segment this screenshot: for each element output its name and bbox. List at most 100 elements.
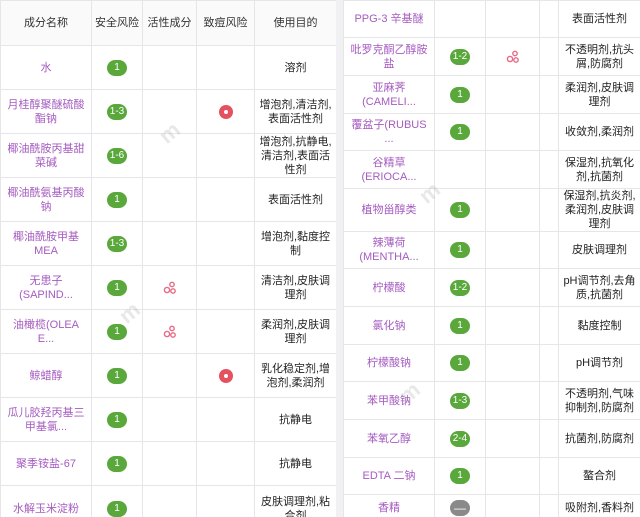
- table-row: 苯甲酸钠 1-3 不透明剂,气味抑制剂,防腐剂: [343, 381, 640, 420]
- usage-purpose-cell: 皮肤调理剂,粘合剂: [254, 485, 336, 517]
- active-ingredient-cell: [142, 485, 197, 517]
- acne-risk-cell: [196, 177, 255, 222]
- usage-purpose-cell: pH调节剂,去角质,抗菌剂: [558, 268, 640, 307]
- safety-risk-cell: 1: [91, 397, 143, 442]
- ingredient-name-link[interactable]: 瓜儿胶羟丙基三甲基氯...: [0, 397, 92, 442]
- table-row: 吡罗克酮乙醇胺盐 1-2 不透明剂,抗头屑,防腐剂: [343, 37, 640, 76]
- acne-risk-cell: [196, 221, 255, 266]
- acne-risk-cell: [539, 0, 559, 38]
- safety-risk-cell: 1: [91, 353, 143, 398]
- ingredient-name-link[interactable]: 亚麻荠(CAMELI...: [343, 75, 435, 114]
- ingredient-name-link[interactable]: 柠檬酸钠: [343, 344, 435, 382]
- table-row: 鲸蜡醇 1 乳化稳定剂,增泡剂,柔润剂: [0, 353, 336, 398]
- table-row: 苯氧乙醇 2-4 抗菌剂,防腐剂: [343, 419, 640, 458]
- panel-divider: [336, 0, 343, 517]
- safety-risk-cell: 1: [434, 75, 486, 114]
- table-row: 香精 — 吸附剂,香料剂: [343, 494, 640, 517]
- active-ingredient-cell: [142, 221, 197, 266]
- col-header-acne: 致痘风险: [196, 0, 255, 46]
- acne-risk-cell: [196, 309, 255, 354]
- acne-risk-cell: [196, 353, 255, 398]
- ingredient-name-link[interactable]: 香精: [343, 494, 435, 517]
- safety-score-badge: 1: [107, 411, 127, 428]
- table-row: 柠檬酸钠 1 pH调节剂: [343, 344, 640, 382]
- safety-risk-cell: 1-2: [434, 37, 486, 76]
- table-row: 油橄榄(OLEA E... 1 柔润剂,皮肤调理剂: [0, 309, 336, 354]
- safety-score-badge: 1: [450, 317, 470, 334]
- acne-risk-cell: [196, 441, 255, 486]
- table-row: 月桂醇聚醚硫酸酯钠 1-3 增泡剂,清洁剂,表面活性剂: [0, 89, 336, 134]
- usage-purpose-cell: 保湿剂,抗炎剂,柔润剂,皮肤调理剂: [558, 188, 640, 232]
- ingredient-name-link[interactable]: 油橄榄(OLEA E...: [0, 309, 92, 354]
- col-header-active: 活性成分: [142, 0, 197, 46]
- usage-purpose-cell: 抗静电: [254, 397, 336, 442]
- ingredient-name-link[interactable]: 水: [0, 45, 92, 90]
- acne-risk-cell: [539, 381, 559, 420]
- ingredient-name-link[interactable]: 植物甾醇类: [343, 188, 435, 232]
- table-row: 柠檬酸 1-2 pH调节剂,去角质,抗菌剂: [343, 268, 640, 307]
- usage-purpose-cell: 保湿剂,抗氧化剂,抗菌剂: [558, 150, 640, 189]
- ingredient-name-link[interactable]: EDTA 二钠: [343, 457, 435, 495]
- ingredient-name-link[interactable]: 椰油酰氨基丙酸钠: [0, 177, 92, 222]
- safety-score-badge: 1: [107, 501, 127, 517]
- ingredient-name-link[interactable]: 无患子(SAPIND...: [0, 265, 92, 310]
- col-header-safety: 安全风险: [91, 0, 143, 46]
- table-row: 水解玉米淀粉 1 皮肤调理剂,粘合剂: [0, 485, 336, 517]
- acne-risk-cell: [539, 188, 559, 232]
- ingredient-name-link[interactable]: 氯化钠: [343, 306, 435, 345]
- usage-purpose-cell: pH调节剂: [558, 344, 640, 382]
- safety-score-badge: 1: [450, 86, 470, 103]
- table-row: 椰油酰胺丙基甜菜碱 1-6 增泡剂,抗静电,清洁剂,表面活性剂: [0, 133, 336, 178]
- active-ingredient-cell: [142, 89, 197, 134]
- safety-risk-cell: 1: [434, 188, 486, 232]
- safety-risk-cell: 1: [91, 485, 143, 517]
- safety-score-badge: 1: [107, 191, 127, 208]
- safety-risk-cell: 1-3: [434, 381, 486, 420]
- ingredient-name-link[interactable]: PPG-3 辛基醚: [343, 0, 435, 38]
- ingredient-name-link[interactable]: 吡罗克酮乙醇胺盐: [343, 37, 435, 76]
- safety-risk-cell: 1-6: [91, 133, 143, 178]
- active-ingredient-cell: [485, 231, 540, 269]
- safety-score-badge: 1-3: [449, 392, 471, 409]
- ingredient-name-link[interactable]: 水解玉米淀粉: [0, 485, 92, 517]
- col-header-name: 成分名称: [0, 0, 92, 46]
- molecule-icon: [163, 325, 176, 338]
- safety-score-badge: 1: [450, 355, 470, 371]
- safety-score-badge: 1-2: [449, 279, 471, 296]
- ingredient-name-link[interactable]: 柠檬酸: [343, 268, 435, 307]
- ingredient-name-link[interactable]: 辣薄荷(MENTHA...: [343, 231, 435, 269]
- usage-purpose-cell: 抗静电: [254, 441, 336, 486]
- safety-score-badge: 1: [107, 367, 127, 384]
- safety-score-badge: 1: [107, 323, 127, 340]
- table-row: 氯化钠 1 黏度控制: [343, 306, 640, 345]
- left-ingredient-table-panel: 成分名称 安全风险 活性成分 致痘风险 使用目的 水 1 溶剂 月桂醇聚醚硫酸酯钠 1-…: [0, 0, 336, 517]
- table-row: 谷精草(ERIOCA... 保湿剂,抗氧化剂,抗菌剂: [343, 150, 640, 189]
- acne-risk-cell: [539, 457, 559, 495]
- ingredient-name-link[interactable]: 鲸蜡醇: [0, 353, 92, 398]
- active-ingredient-cell: [485, 306, 540, 345]
- safety-risk-cell: 1-3: [91, 221, 143, 266]
- col-header-purpose: 使用目的: [254, 0, 336, 46]
- acne-risk-cell: [539, 231, 559, 269]
- ingredient-name-link[interactable]: 苯氧乙醇: [343, 419, 435, 458]
- ingredient-name-link[interactable]: 苯甲酸钠: [343, 381, 435, 420]
- table-row: 椰油酰胺甲基MEA 1-3 增泡剂,黏度控制: [0, 221, 336, 266]
- ingredient-name-link[interactable]: 椰油酰胺丙基甜菜碱: [0, 133, 92, 178]
- active-ingredient-cell: [485, 344, 540, 382]
- active-ingredient-cell: [485, 419, 540, 458]
- safety-score-badge: 1-3: [106, 235, 128, 252]
- safety-risk-cell: 1: [91, 45, 143, 90]
- ingredient-name-link[interactable]: 覆盆子(RUBUS ...: [343, 113, 435, 151]
- safety-risk-cell: 1: [91, 441, 143, 486]
- table-row: 水 1 溶剂: [0, 45, 336, 90]
- molecule-icon: [163, 281, 176, 294]
- ingredient-name-link[interactable]: 月桂醇聚醚硫酸酯钠: [0, 89, 92, 134]
- ingredient-name-link[interactable]: 椰油酰胺甲基MEA: [0, 221, 92, 266]
- ingredient-name-link[interactable]: 谷精草(ERIOCA...: [343, 150, 435, 189]
- table-row: 聚季铵盐-67 1 抗静电: [0, 441, 336, 486]
- ingredient-name-link[interactable]: 聚季铵盐-67: [0, 441, 92, 486]
- active-ingredient-cell: [485, 457, 540, 495]
- usage-purpose-cell: 柔润剂,皮肤调理剂: [558, 75, 640, 114]
- right-ingredient-table: PPG-3 辛基醚 表面活性剂 吡罗克酮乙醇胺盐 1-2 不透明剂,抗头屑,防腐剂 亚麻荠…: [343, 0, 640, 517]
- acne-risk-icon: [218, 368, 233, 383]
